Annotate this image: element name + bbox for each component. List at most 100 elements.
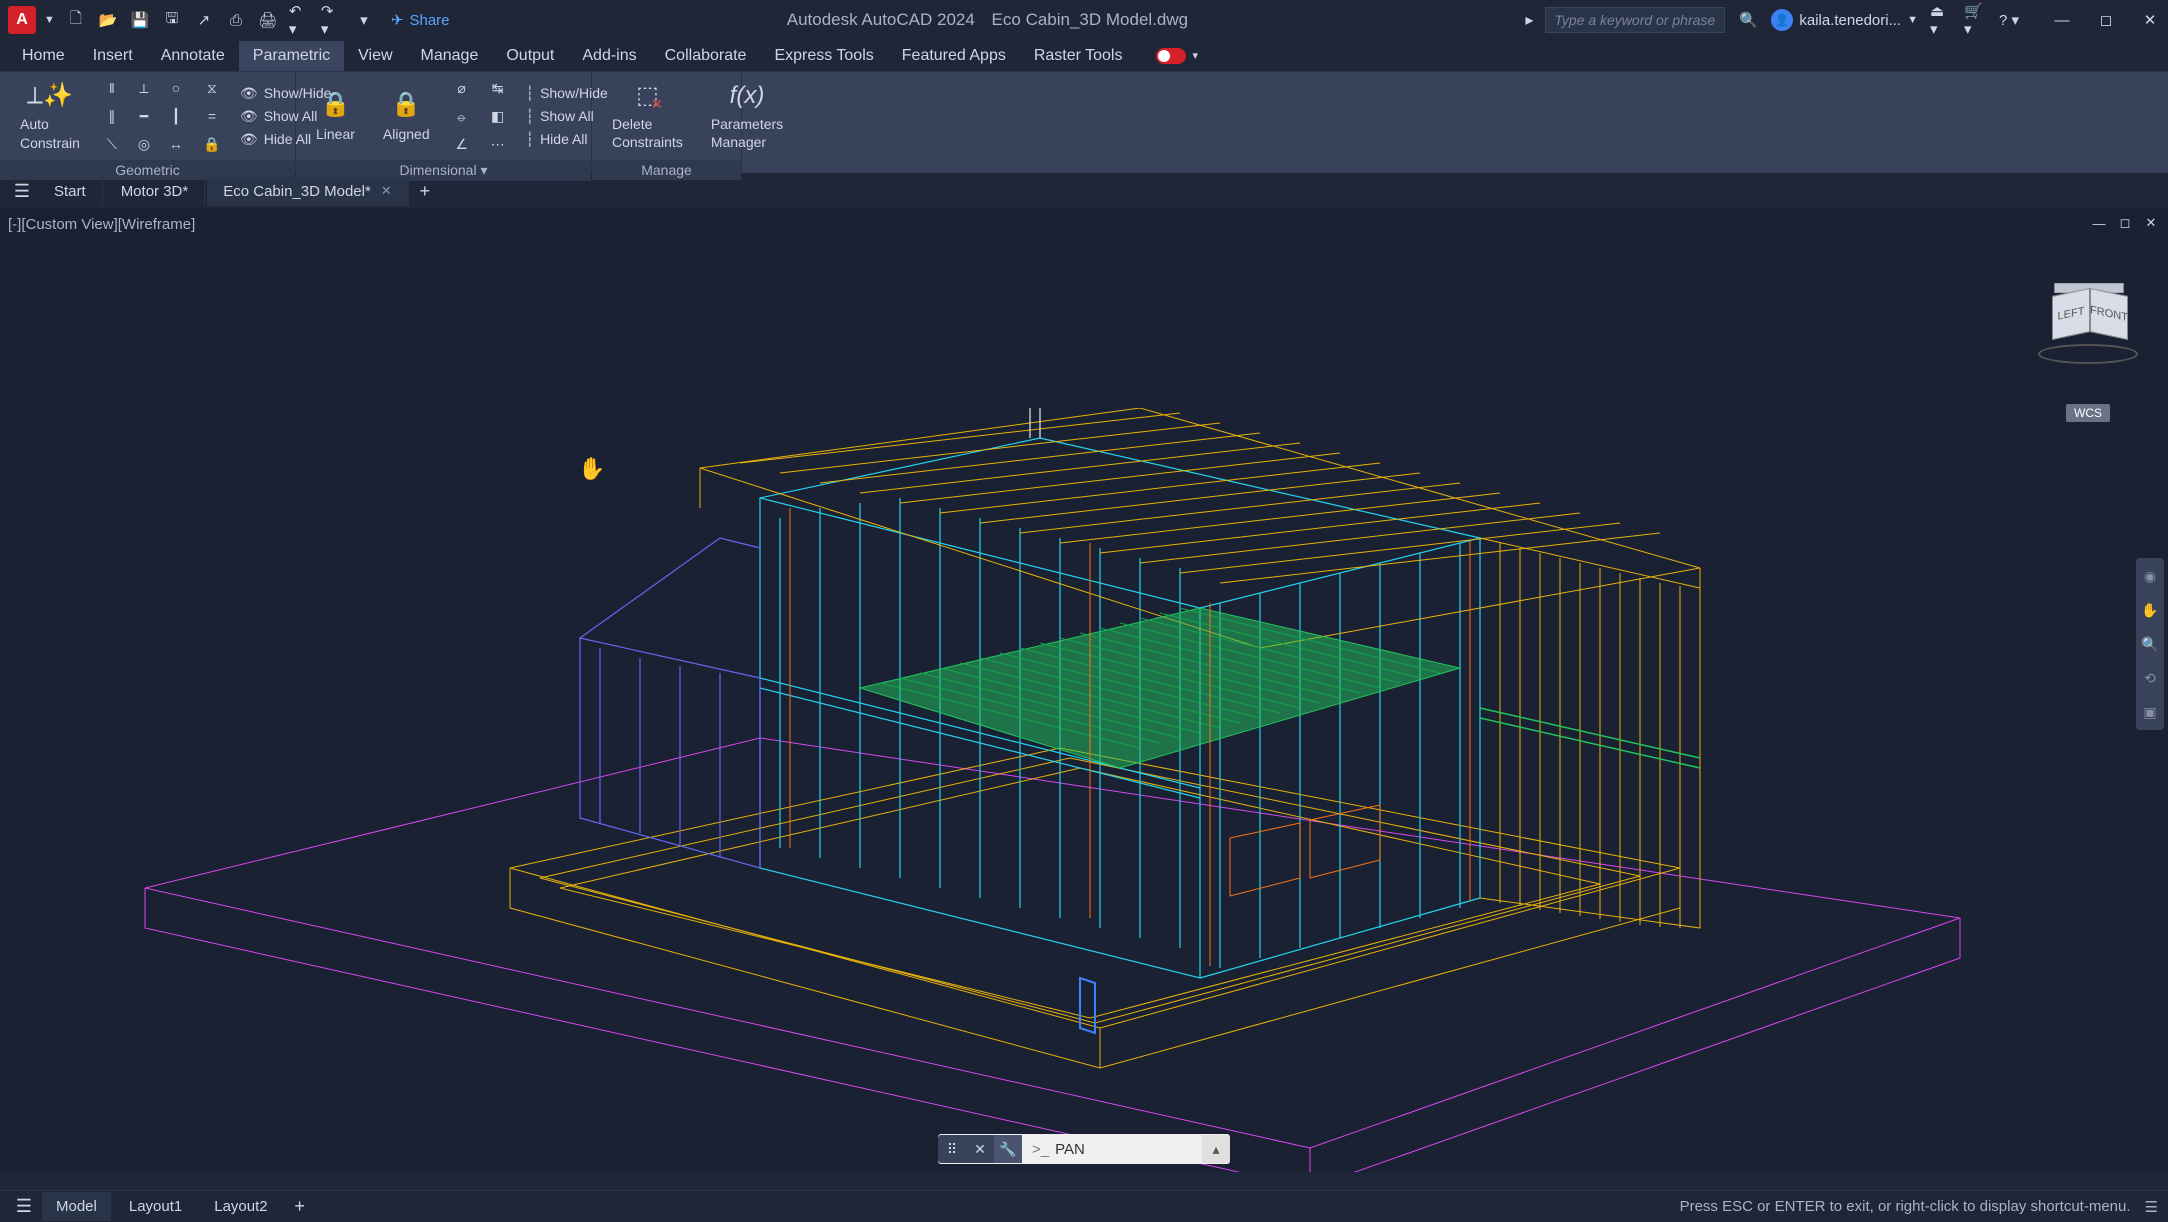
coincident-constraint-button[interactable]: ‖ bbox=[98, 76, 126, 100]
viewport-maximize-button[interactable]: ◻ bbox=[2116, 214, 2134, 232]
open-file-icon[interactable]: 📂 bbox=[97, 9, 119, 31]
menu-toggle-dropdown-icon[interactable]: ▾ bbox=[1192, 49, 1198, 62]
dim-show-hide-icon: ┆ bbox=[526, 85, 534, 102]
viewport-close-button[interactable]: ✕ bbox=[2142, 214, 2160, 232]
new-file-icon[interactable]: 🗋 bbox=[65, 9, 87, 31]
dim-diameter-button[interactable]: ⦵ bbox=[448, 104, 476, 128]
view-cube[interactable]: LEFT FRONT WCS bbox=[2038, 278, 2138, 422]
qat-dropdown-icon[interactable]: ▾ bbox=[353, 9, 375, 31]
layout-layout2-button[interactable]: Layout2 bbox=[200, 1192, 281, 1221]
symmetric-constraint-button[interactable]: ⧖ bbox=[198, 76, 226, 100]
menu-output[interactable]: Output bbox=[492, 41, 568, 71]
dim-convert-button[interactable]: ↹ bbox=[484, 76, 512, 100]
command-input[interactable]: >_ PAN bbox=[1022, 1134, 1202, 1164]
status-customize-button[interactable]: ☰ bbox=[2145, 1198, 2158, 1216]
auto-constrain-button[interactable]: ⟂✨ Auto Constrain bbox=[10, 76, 90, 156]
menu-annotate[interactable]: Annotate bbox=[147, 41, 239, 71]
save-as-icon[interactable]: 🖫 bbox=[161, 9, 183, 31]
nav-pan-button[interactable]: ✋ bbox=[2140, 600, 2160, 620]
dim-more-button[interactable]: ⋯ bbox=[484, 132, 512, 156]
layout-model-button[interactable]: Model bbox=[42, 1192, 111, 1221]
menu-raster-tools[interactable]: Raster Tools bbox=[1020, 41, 1137, 71]
cmdline-customize-button[interactable]: ⠿ bbox=[938, 1135, 966, 1163]
tangent-constraint-button[interactable]: ○ bbox=[162, 76, 190, 100]
viewcube-front-face[interactable]: FRONT bbox=[2090, 288, 2128, 340]
menu-view[interactable]: View bbox=[344, 41, 406, 71]
wcs-indicator[interactable]: WCS bbox=[2066, 404, 2110, 422]
layout-menu-button[interactable]: ☰ bbox=[10, 1193, 38, 1221]
quick-access-toolbar: 🗋 📂 💾 🖫 ↗ ⎙ 🖨 ↶ ▾ ↷ ▾ ▾ bbox=[65, 9, 375, 31]
nav-zoom-button[interactable]: 🔍 bbox=[2140, 634, 2160, 654]
navigation-bar: ◉ ✋ 🔍 ⟲ ▣ bbox=[2136, 558, 2164, 730]
collinear-constraint-button[interactable]: ⟍ bbox=[98, 132, 126, 156]
save-icon[interactable]: 💾 bbox=[129, 9, 151, 31]
concentric-constraint-button[interactable]: ◎ bbox=[130, 132, 158, 156]
tab-start[interactable]: Start bbox=[38, 177, 103, 206]
horizontal-constraint-button[interactable]: ━ bbox=[130, 104, 158, 128]
web-mobile-icon[interactable]: ↗ bbox=[193, 9, 215, 31]
tab-eco-cabin[interactable]: Eco Cabin_3D Model* ✕ bbox=[207, 177, 409, 206]
user-menu[interactable]: 👤 kaila.tenedori... ▼ bbox=[1771, 9, 1918, 31]
menu-parametric[interactable]: Parametric bbox=[239, 41, 344, 71]
file-tabs-menu-button[interactable]: ☰ bbox=[8, 177, 36, 205]
cmdline-expand-button[interactable]: ▴ bbox=[1202, 1135, 1230, 1163]
tab-motor-3d[interactable]: Motor 3D* bbox=[105, 177, 206, 206]
dim-hide-all-icon: ┆ bbox=[526, 131, 534, 148]
dim-angular-button[interactable]: ∠ bbox=[448, 132, 476, 156]
dim-toggle-button[interactable]: ◧ bbox=[484, 104, 512, 128]
search-icon[interactable]: 🔍 bbox=[1737, 9, 1759, 31]
menu-toggle[interactable] bbox=[1156, 48, 1186, 64]
dim-radial-button[interactable]: ⌀ bbox=[448, 76, 476, 100]
undo-icon[interactable]: ↶ ▾ bbox=[289, 9, 311, 31]
parallel-constraint-button[interactable]: ∥ bbox=[98, 104, 126, 128]
plot-icon[interactable]: ⎙ bbox=[225, 9, 247, 31]
autodesk-app-icon[interactable]: ⏏ ▾ bbox=[1930, 9, 1952, 31]
menu-home[interactable]: Home bbox=[8, 41, 79, 71]
close-window-button[interactable]: ✕ bbox=[2140, 10, 2160, 30]
linear-button[interactable]: 🔒 Linear bbox=[306, 85, 365, 146]
cmdline-recent-button[interactable]: 🔧 bbox=[994, 1135, 1022, 1163]
new-tab-button[interactable]: + bbox=[411, 177, 439, 205]
fix-constraint-button[interactable]: 🔒 bbox=[198, 132, 226, 156]
command-line[interactable]: ⠿ ✕ 🔧 >_ PAN ▴ bbox=[938, 1134, 1230, 1164]
menu-express-tools[interactable]: Express Tools bbox=[760, 41, 887, 71]
logo-dropdown-icon[interactable]: ▼ bbox=[44, 14, 55, 26]
menu-insert[interactable]: Insert bbox=[79, 41, 147, 71]
smooth-constraint-button[interactable]: ↔ bbox=[162, 132, 190, 156]
dimensional-constraints-grid-2: ↹ ◧ ⋯ bbox=[484, 76, 512, 156]
equal-constraint-button[interactable]: = bbox=[198, 104, 226, 128]
viewport[interactable]: [-][Custom View][Wireframe] — ◻ ✕ ✋ LEFT… bbox=[0, 208, 2168, 1172]
menu-addins[interactable]: Add-ins bbox=[568, 41, 650, 71]
manage-panel-title[interactable]: Manage bbox=[592, 160, 741, 180]
print-icon[interactable]: 🖨 bbox=[257, 9, 279, 31]
ribbon: ⟂✨ Auto Constrain ‖ ⟂ ○ ∥ ━ ┃ ⟍ ◎ ↔ ⧖ = … bbox=[0, 72, 2168, 174]
perpendicular-constraint-button[interactable]: ⟂ bbox=[130, 76, 158, 100]
maximize-button[interactable]: ◻ bbox=[2096, 10, 2116, 30]
cmdline-close-button[interactable]: ✕ bbox=[966, 1135, 994, 1163]
menu-manage[interactable]: Manage bbox=[407, 41, 493, 71]
viewport-label[interactable]: [-][Custom View][Wireframe] bbox=[8, 216, 195, 233]
delete-constraints-button[interactable]: ⬚✕ Delete Constraints bbox=[602, 76, 693, 156]
menu-collaborate[interactable]: Collaborate bbox=[651, 41, 761, 71]
share-button[interactable]: ✈ Share bbox=[391, 11, 450, 29]
redo-icon[interactable]: ↷ ▾ bbox=[321, 9, 343, 31]
cart-icon[interactable]: 🛒 ▾ bbox=[1964, 9, 1986, 31]
help-icon[interactable]: ? ▾ bbox=[1998, 9, 2020, 31]
search-flag-icon[interactable]: ▸ bbox=[1525, 10, 1533, 30]
minimize-button[interactable]: — bbox=[2052, 10, 2072, 30]
new-layout-button[interactable]: + bbox=[286, 1193, 314, 1221]
viewcube-left-face[interactable]: LEFT bbox=[2052, 288, 2090, 340]
aligned-button[interactable]: 🔒 Aligned bbox=[373, 85, 440, 146]
nav-wheel-button[interactable]: ◉ bbox=[2140, 566, 2160, 586]
tab-close-icon[interactable]: ✕ bbox=[381, 183, 392, 199]
parameters-manager-button[interactable]: f(x) Parameters Manager bbox=[701, 76, 793, 156]
layout-layout1-button[interactable]: Layout1 bbox=[115, 1192, 196, 1221]
vertical-constraint-button[interactable]: ┃ bbox=[162, 104, 190, 128]
app-logo[interactable]: A bbox=[8, 6, 36, 34]
search-input[interactable]: Type a keyword or phrase bbox=[1545, 7, 1725, 33]
menu-featured-apps[interactable]: Featured Apps bbox=[888, 41, 1020, 71]
nav-orbit-button[interactable]: ⟲ bbox=[2140, 668, 2160, 688]
delete-constraints-icon: ⬚✕ bbox=[636, 80, 659, 111]
viewport-minimize-button[interactable]: — bbox=[2090, 214, 2108, 232]
nav-showmotion-button[interactable]: ▣ bbox=[2140, 702, 2160, 722]
